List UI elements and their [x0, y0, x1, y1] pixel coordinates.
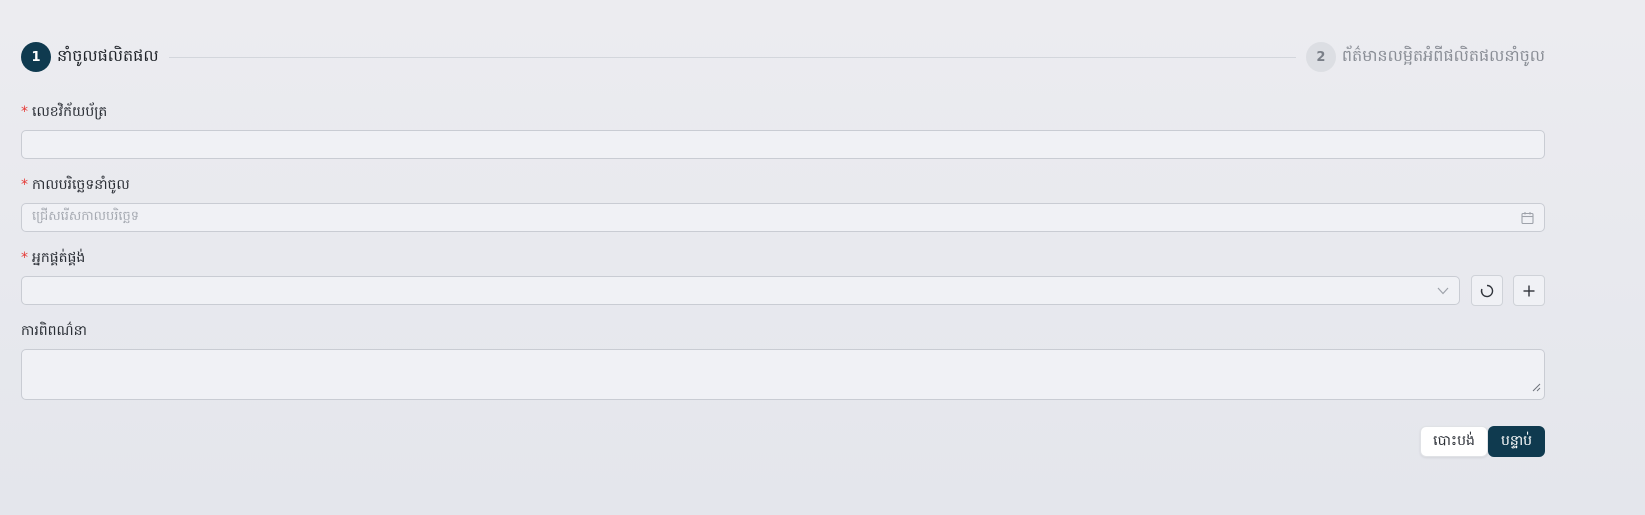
- plus-icon: [1522, 284, 1536, 298]
- import-date-placeholder: ជ្រើសរើសកាលបរិច្ឆេទ: [32, 209, 140, 224]
- import-date-label: * កាលបរិច្ឆេទនាំចូល: [21, 175, 130, 195]
- step-connector-line: [168, 56, 1296, 58]
- stepper: 1 នាំចូលផលិតផល 2 ព័ត៌មានលម្អិតអំពីផលិតផល…: [21, 41, 1545, 73]
- required-mark: *: [21, 104, 28, 120]
- cancel-button[interactable]: បោះបង់: [1420, 426, 1488, 457]
- resize-handle-icon[interactable]: [1532, 381, 1541, 396]
- reload-icon: [1479, 283, 1495, 299]
- import-date-picker[interactable]: ជ្រើសរើសកាលបរិច្ឆេទ: [21, 203, 1545, 232]
- description-textarea[interactable]: [21, 349, 1545, 400]
- supplier-select[interactable]: [21, 276, 1460, 305]
- step-2[interactable]: 2 ព័ត៌មានលម្អិតអំពីផលិតផលនាំចូល: [1305, 42, 1545, 72]
- calendar-icon[interactable]: [1521, 211, 1534, 224]
- add-supplier-button[interactable]: [1513, 275, 1545, 306]
- invoice-label-text: លេខវិក័យប័ត្រ: [32, 104, 108, 120]
- description-label: ការពិពណ៌នា: [21, 321, 87, 341]
- supplier-label-text: អ្នកផ្គត់ផ្គង់: [32, 250, 86, 266]
- step-2-label: ព័ត៌មានលម្អិតអំពីផលិតផលនាំចូល: [1341, 46, 1545, 65]
- supplier-label: * អ្នកផ្គត់ផ្គង់: [21, 248, 85, 268]
- description-label-text: ការពិពណ៌នា: [21, 323, 87, 339]
- step-2-number: 2: [1305, 42, 1336, 72]
- required-mark: *: [21, 177, 28, 193]
- step-1[interactable]: 1 នាំចូលផលិតផល: [21, 42, 159, 72]
- step-1-number: 1: [21, 42, 51, 72]
- step-1-label: នាំចូលផលិតផល: [57, 46, 159, 65]
- invoice-label: * លេខវិក័យប័ត្រ: [21, 102, 107, 122]
- required-mark: *: [21, 250, 28, 266]
- next-button[interactable]: បន្ទាប់: [1488, 426, 1545, 457]
- import-date-label-text: កាលបរិច្ឆេទនាំចូល: [32, 177, 130, 193]
- reload-suppliers-button[interactable]: [1471, 275, 1503, 306]
- chevron-down-icon: [1437, 287, 1449, 295]
- invoice-input[interactable]: [21, 130, 1545, 159]
